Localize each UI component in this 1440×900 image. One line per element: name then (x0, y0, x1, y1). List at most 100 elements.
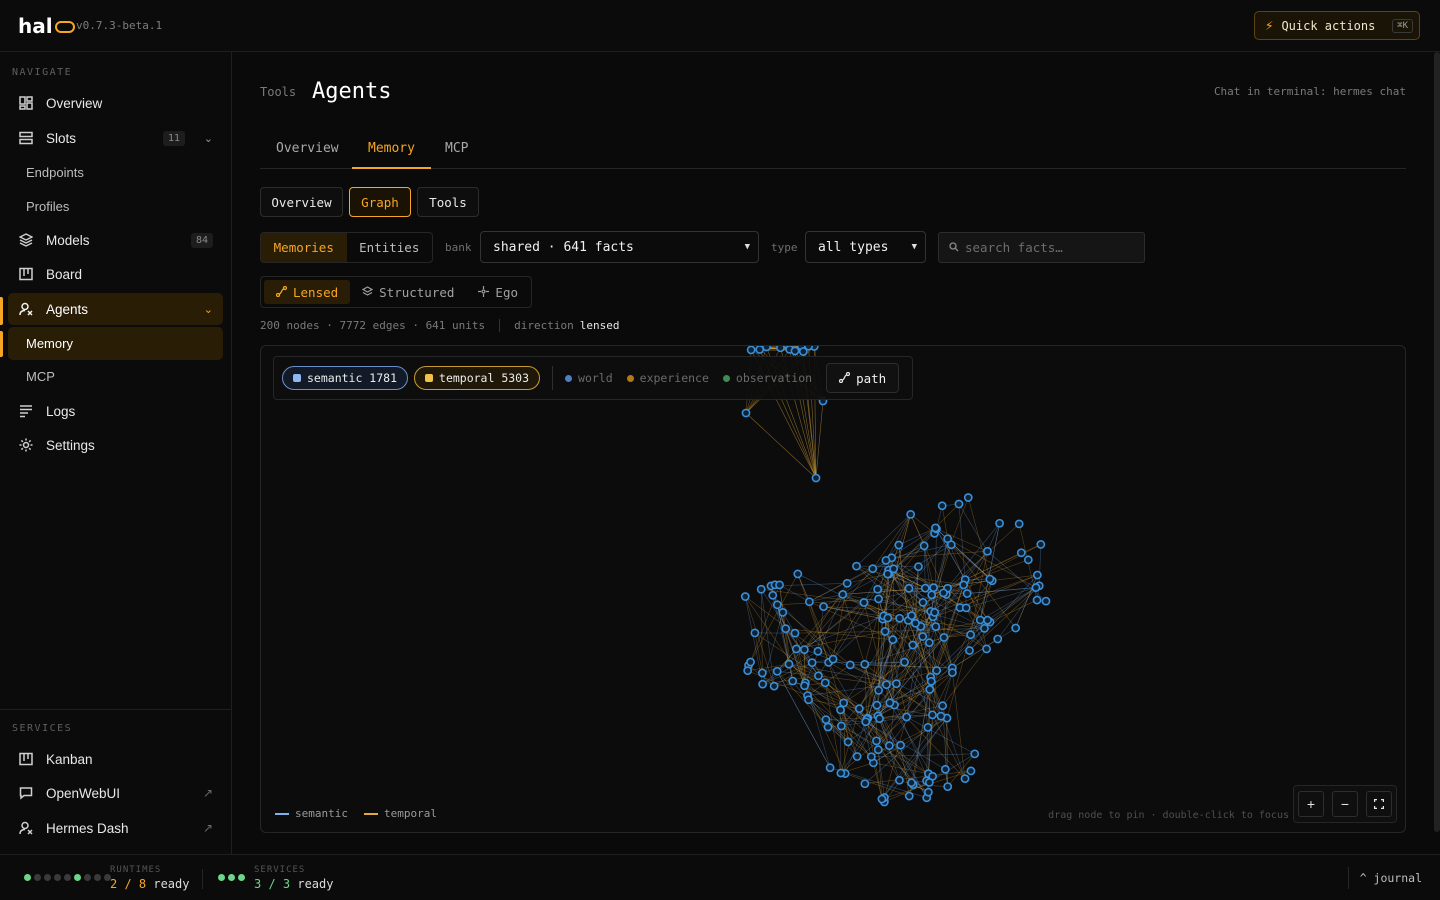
graph-node[interactable] (963, 493, 973, 502)
graph-node[interactable] (1032, 570, 1042, 580)
graph-node[interactable] (993, 634, 1003, 644)
journal-toggle[interactable]: ^ journal (1360, 871, 1422, 885)
graph-node[interactable] (926, 676, 936, 686)
graph-node[interactable] (791, 644, 801, 654)
mode-memories-button[interactable]: Memories (261, 233, 347, 262)
graph-node[interactable] (920, 583, 930, 593)
fullscreen-button[interactable] (1366, 791, 1392, 817)
graph-node[interactable] (836, 721, 846, 731)
chevron-down-icon[interactable]: ⌄ (204, 303, 213, 316)
sidebar-item-logs[interactable]: Logs (8, 395, 223, 427)
subtab-graph[interactable]: Graph (349, 187, 411, 217)
graph-node[interactable] (788, 676, 798, 686)
graph-node[interactable] (894, 540, 904, 550)
graph-node[interactable] (888, 635, 898, 645)
lens-lensed-button[interactable]: Lensed (264, 280, 351, 304)
graph-node[interactable] (983, 546, 992, 556)
graph-node[interactable] (836, 705, 845, 715)
graph-node[interactable] (868, 564, 878, 574)
sidebar-item-memory[interactable]: Memory (8, 327, 223, 360)
sidebar-item-models[interactable]: Models 84 (8, 224, 223, 256)
sidebar-item-endpoints[interactable]: Endpoints (8, 156, 223, 188)
graph-node[interactable] (937, 501, 947, 511)
graph-node[interactable] (741, 408, 751, 418)
tab-overview[interactable]: Overview (276, 135, 339, 169)
graph-node[interactable] (924, 638, 934, 648)
graph-svg[interactable] (261, 346, 1406, 833)
graph-node[interactable] (874, 685, 884, 695)
graph-node[interactable] (932, 666, 942, 675)
graph-node[interactable] (839, 698, 849, 708)
graph-node[interactable] (940, 764, 950, 774)
graph-node[interactable] (872, 700, 882, 710)
graph-node[interactable] (966, 630, 976, 640)
graph-node[interactable] (882, 680, 891, 690)
world-filter[interactable]: world (565, 371, 613, 385)
graph-node[interactable] (1011, 623, 1021, 633)
graph-node[interactable] (778, 607, 788, 617)
graph-node[interactable] (962, 589, 972, 598)
graph-node[interactable] (842, 578, 852, 588)
graph-node[interactable] (1041, 596, 1051, 606)
graph-node[interactable] (746, 346, 756, 355)
graph-node[interactable] (784, 659, 794, 669)
zoom-out-button[interactable]: − (1332, 791, 1358, 817)
sidebar-item-agents[interactable]: Agents ⌄ (8, 293, 223, 325)
graph-node[interactable] (772, 666, 782, 676)
graph-node[interactable] (924, 787, 933, 797)
graph-node[interactable] (939, 588, 948, 598)
graph-node[interactable] (965, 646, 974, 655)
sidebar-item-hermes-dash[interactable]: Hermes Dash ↗ (8, 812, 223, 844)
subtab-tools[interactable]: Tools (417, 187, 479, 217)
graph-node[interactable] (928, 710, 937, 720)
graph-node[interactable] (798, 347, 808, 356)
graph-node[interactable] (919, 541, 929, 551)
graph-node[interactable] (804, 597, 814, 607)
graph-node[interactable] (819, 602, 828, 611)
graph-node[interactable] (881, 555, 891, 565)
graph-node[interactable] (852, 752, 862, 761)
chevron-down-icon[interactable]: ⌄ (204, 132, 213, 145)
graph-node[interactable] (790, 346, 800, 356)
graph-node[interactable] (985, 574, 995, 584)
graph-node[interactable] (930, 608, 940, 617)
graph-node[interactable] (807, 658, 817, 668)
sidebar-item-overview[interactable]: Overview (8, 87, 223, 119)
breadcrumb[interactable]: Tools (260, 85, 296, 99)
graph-node[interactable] (861, 717, 871, 727)
graph-node[interactable] (825, 763, 835, 773)
graph-node[interactable] (875, 714, 884, 724)
graph-node[interactable] (755, 346, 765, 354)
graph-node[interactable] (1036, 540, 1046, 549)
graph-node[interactable] (936, 711, 946, 721)
graph-node[interactable] (828, 654, 838, 664)
lens-ego-button[interactable]: Ego (466, 280, 530, 304)
graph-node[interactable] (982, 644, 991, 654)
graph-node[interactable] (811, 473, 821, 483)
graph-node[interactable] (883, 613, 893, 623)
graph-node[interactable] (954, 499, 964, 509)
graph-node[interactable] (904, 791, 914, 801)
graph-node[interactable] (860, 779, 870, 789)
graph-node[interactable] (923, 722, 933, 732)
graph-node[interactable] (790, 628, 800, 638)
graph-node[interactable] (743, 666, 753, 676)
graph-node[interactable] (966, 766, 976, 776)
graph-node[interactable] (758, 679, 768, 689)
sidebar-item-profiles[interactable]: Profiles (8, 190, 223, 222)
graph-node[interactable] (959, 580, 968, 590)
graph-node[interactable] (961, 603, 971, 613)
graph-node[interactable] (924, 778, 934, 787)
graph-node[interactable] (938, 701, 948, 711)
graph-node[interactable] (1014, 519, 1024, 529)
graph-node[interactable] (769, 681, 779, 691)
graph-node[interactable] (852, 561, 861, 571)
graph-node[interactable] (821, 715, 831, 725)
type-select[interactable]: all types ▼ (805, 231, 926, 263)
graph-node[interactable] (902, 712, 912, 722)
sidebar-item-openwebui[interactable]: OpenWebUI ↗ (8, 777, 223, 809)
graph-node[interactable] (885, 698, 895, 708)
graph-node[interactable] (931, 622, 941, 632)
graph-node[interactable] (929, 583, 938, 593)
observation-filter[interactable]: observation (722, 371, 812, 385)
